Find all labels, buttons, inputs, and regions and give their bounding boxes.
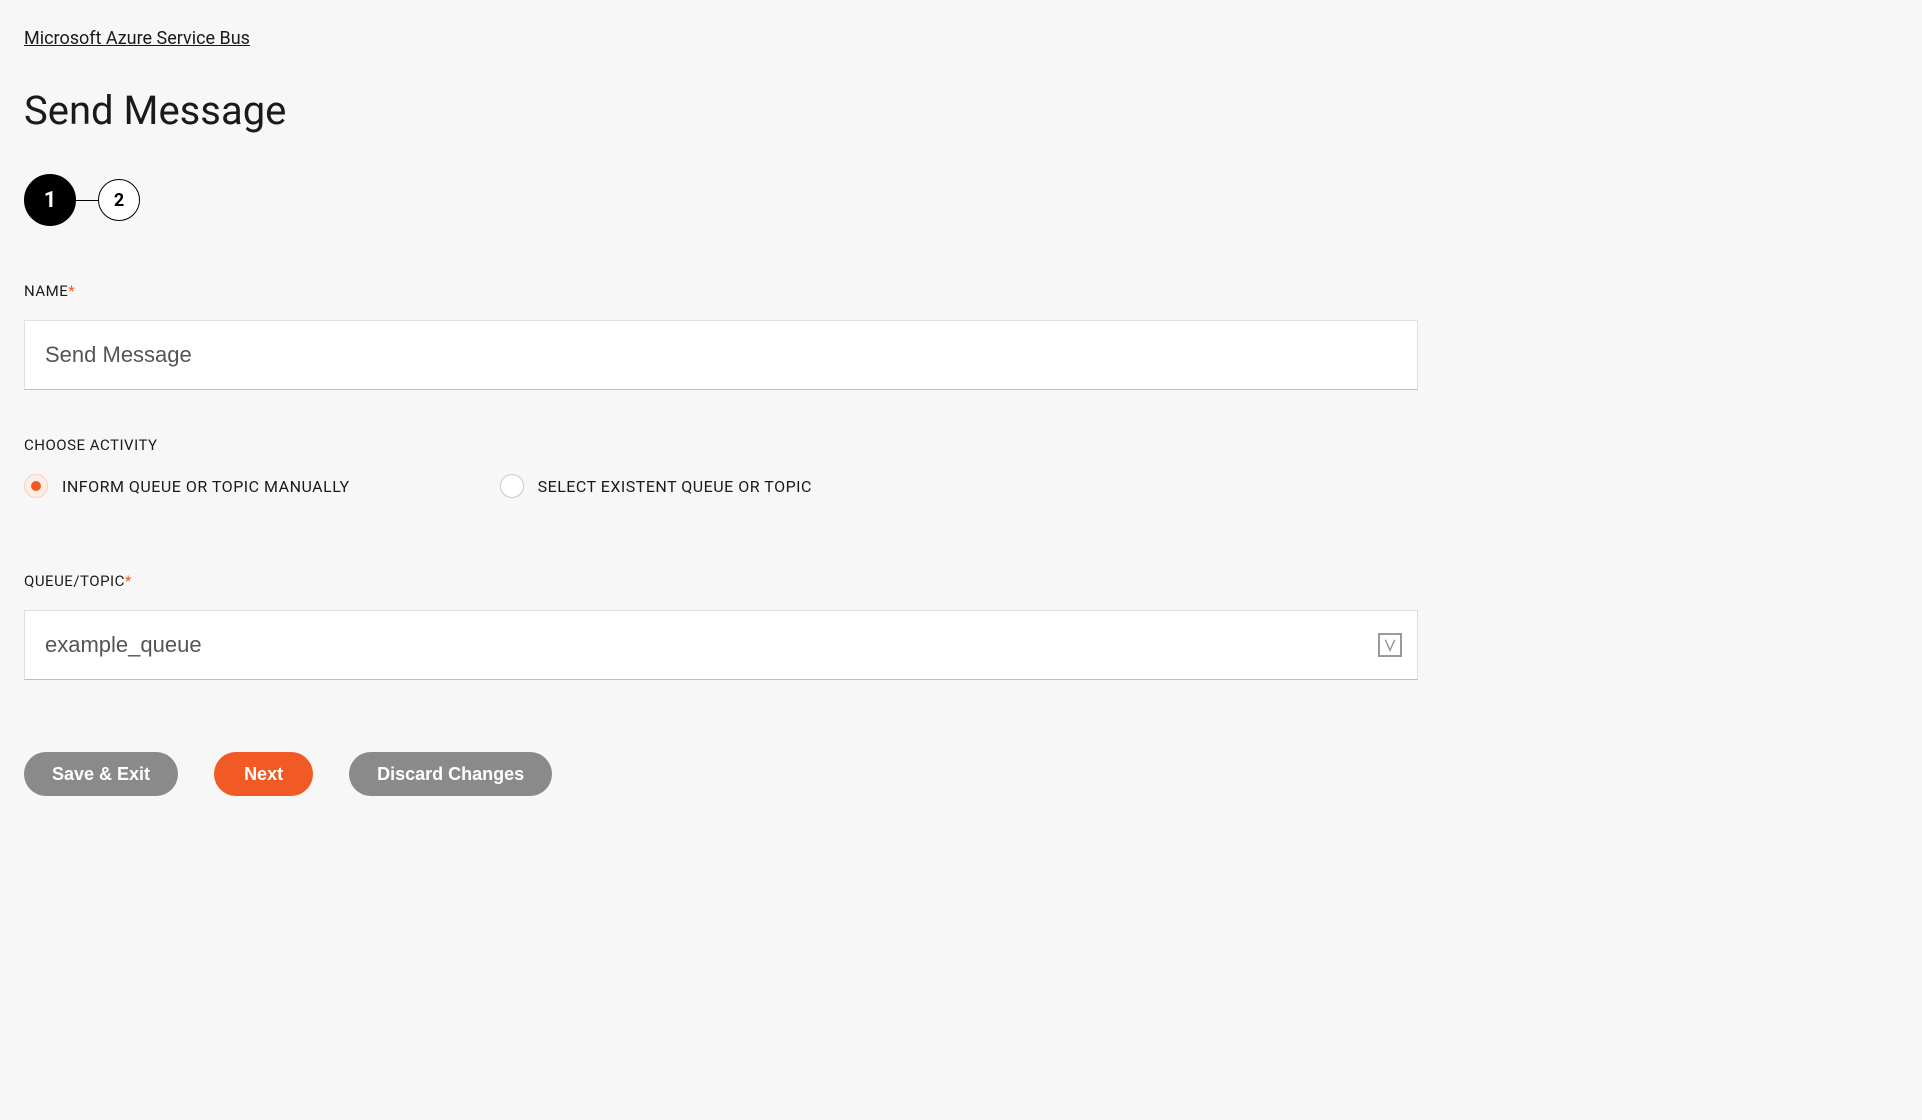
name-field-group: NAME* [24,282,1422,390]
queue-topic-label-text: QUEUE/TOPIC [24,572,125,590]
name-label: NAME* [24,282,1422,300]
save-exit-button[interactable]: Save & Exit [24,752,178,796]
queue-topic-group: QUEUE/TOPIC* [24,572,1422,680]
name-label-text: NAME [24,282,68,300]
queue-topic-input-wrapper [24,610,1418,680]
queue-topic-input[interactable] [24,610,1418,680]
radio-circle-icon [500,474,524,498]
queue-topic-label: QUEUE/TOPIC* [24,572,1422,590]
radio-inform-label: INFORM QUEUE OR TOPIC MANUALLY [62,477,350,496]
button-row: Save & Exit Next Discard Changes [24,752,1898,796]
breadcrumb-link[interactable]: Microsoft Azure Service Bus [24,28,250,49]
discard-changes-button[interactable]: Discard Changes [349,752,552,796]
step-1[interactable]: 1 [24,174,76,226]
radio-select-label: SELECT EXISTENT QUEUE OR TOPIC [538,477,812,496]
radio-circle-icon [24,474,48,498]
next-button[interactable]: Next [214,752,313,796]
radio-inform-manually[interactable]: INFORM QUEUE OR TOPIC MANUALLY [24,474,350,498]
step-connector [76,200,98,201]
variable-picker-icon[interactable] [1378,633,1402,657]
radio-dot-icon [31,481,41,491]
choose-activity-group: CHOOSE ACTIVITY INFORM QUEUE OR TOPIC MA… [24,436,1422,498]
page-title: Send Message [24,87,1898,134]
stepper: 1 2 [24,174,1898,226]
name-input[interactable] [24,320,1418,390]
radio-select-existent[interactable]: SELECT EXISTENT QUEUE OR TOPIC [500,474,812,498]
step-2[interactable]: 2 [98,179,140,221]
required-marker: * [68,282,75,300]
activity-radio-row: INFORM QUEUE OR TOPIC MANUALLY SELECT EX… [24,474,1422,498]
choose-activity-label: CHOOSE ACTIVITY [24,436,1422,454]
required-marker: * [125,572,132,590]
